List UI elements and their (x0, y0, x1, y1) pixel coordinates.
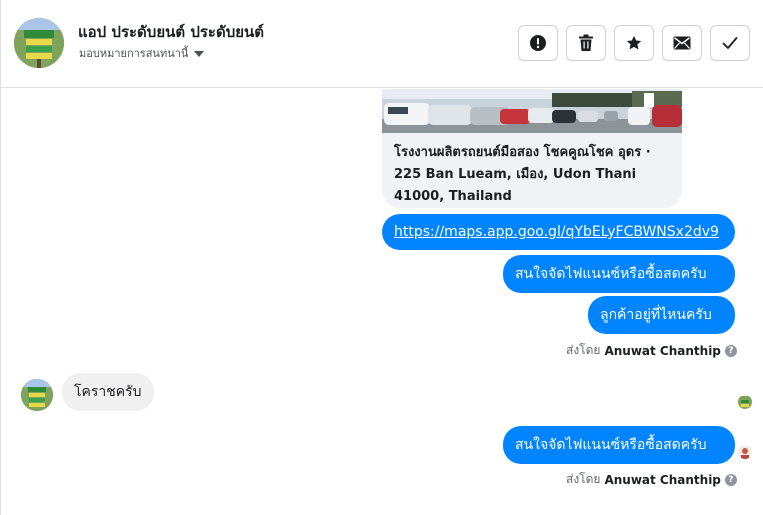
outgoing-message[interactable]: https://maps.app.goo.gl/qYbELyFCBWNSx2dv… (382, 214, 735, 250)
star-icon (626, 35, 642, 50)
outgoing-message[interactable]: สนใจจัดไฟแนนซ์หรือซื้อสดครับ (503, 426, 735, 464)
delete-button[interactable] (566, 25, 606, 61)
sender-name: Anuwat Chanthip (604, 343, 721, 358)
assign-label: มอบหมายการสนทนานี้ (79, 47, 189, 60)
location-card[interactable]: โรงงานผลิตรถยนต์มือสอง โชคคูณโชค อุดร · … (382, 89, 682, 208)
sender-name: Anuwat Chanthip (604, 472, 721, 487)
customer-avatar[interactable] (21, 379, 53, 411)
mark-unread-button[interactable] (662, 25, 702, 61)
assign-conversation-dropdown[interactable]: มอบหมายการสนทนานี้ (79, 44, 205, 62)
envelope-icon (673, 36, 691, 50)
message-text: สนใจจัดไฟแนนซ์หรือซื้อสดครับ (515, 266, 707, 282)
message-text: โคราชครับ (74, 384, 142, 400)
incoming-message[interactable]: โคราชครับ (62, 373, 154, 411)
location-thumbnail (382, 89, 682, 133)
conversation-title[interactable]: แอป ประดับยนต์ ประดับยนต์ (78, 20, 264, 44)
sent-by-prefix: ส่งโดย (566, 343, 601, 357)
sent-by-label: ส่งโดย Anuwat Chanthip ? (566, 341, 737, 360)
outgoing-message[interactable]: สนใจจัดไฟแนนซ์หรือซื้อสดครับ (503, 255, 735, 293)
read-receipt-avatar (738, 395, 752, 409)
checkmark-icon (722, 37, 738, 49)
page-avatar[interactable] (14, 18, 64, 68)
star-button[interactable] (614, 25, 654, 61)
message-text: ลูกค้าอยู่ที่ไหนครับ (600, 307, 712, 323)
sent-by-prefix: ส่งโดย (566, 472, 601, 486)
message-text: สนใจจัดไฟแนนซ์หรือซื้อสดครับ (515, 437, 707, 453)
question-mark-icon[interactable]: ? (724, 473, 737, 486)
conversation-pane: แอป ประดับยนต์ ประดับยนต์ มอบหมายการสนทน… (0, 0, 763, 515)
maps-link[interactable]: https://maps.app.goo.gl/qYbELyFCBWNSx2dv… (394, 223, 719, 241)
exclamation-circle-icon (530, 35, 546, 51)
mark-done-button[interactable] (710, 25, 750, 61)
report-spam-button[interactable] (518, 25, 558, 61)
trash-icon (579, 34, 593, 51)
agent-read-receipt-avatar (738, 445, 752, 459)
message-thread[interactable]: โรงงานผลิตรถยนต์มือสอง โชคคูณโชค อุดร · … (1, 89, 763, 515)
conversation-header: แอป ประดับยนต์ ประดับยนต์ มอบหมายการสนทน… (1, 0, 763, 88)
location-caption: โรงงานผลิตรถยนต์มือสอง โชคคูณโชค อุดร · … (394, 145, 651, 204)
caret-down-icon (194, 50, 205, 57)
question-mark-icon[interactable]: ? (724, 344, 737, 357)
outgoing-message[interactable]: ลูกค้าอยู่ที่ไหนครับ (588, 296, 735, 334)
sent-by-label: ส่งโดย Anuwat Chanthip ? (566, 470, 737, 489)
